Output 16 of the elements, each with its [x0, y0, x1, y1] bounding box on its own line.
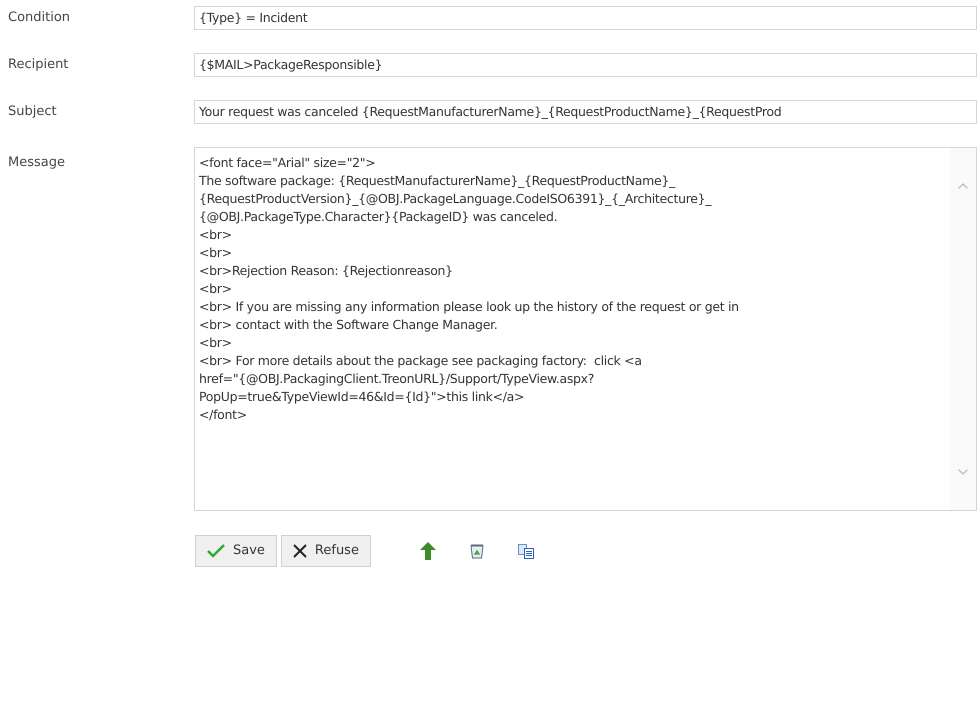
field-label: Subject — [7, 103, 58, 122]
field-label: Recipient — [7, 56, 70, 74]
close-icon — [292, 544, 307, 558]
toolbar-button[interactable]: Refuse — [280, 535, 371, 567]
text-field[interactable]: Your request was canceled {RequestManufacturerName}_{RequestProductName}_{RequestProd — [194, 100, 977, 124]
field-label: Condition — [7, 9, 72, 28]
up-arrow-icon[interactable] — [420, 542, 436, 560]
trash-bin-icon[interactable] — [470, 543, 484, 559]
text-field[interactable]: {$MAIL>PackageResponsible} — [194, 53, 977, 77]
message-field[interactable] — [194, 147, 977, 511]
text-field[interactable]: {Type} = Incident — [194, 6, 977, 30]
message-text: <font face="Arial" size="2"> The software package: {RequestManufacturerName}_{RequestProductName}_ {RequestProductVersion}_{@OBJ.PackageLanguage.CodeISO6391}_{_Architecture}_ {@OBJ.PackageType.Character}{PackageID} was canceled. <br> <br> <br>Rejection Reason: {Rejectionreason} <br> <br> If you are missing any information please look up the history of the request or get in <br> contact with the Software Change Manager. <br> <br> For more details about the package see packaging factory: click <a href="{@OBJ.PackagingClient.TreonURL}/Support/TypeView.aspx? PopUp=true&TypeViewId=46&Id={Id}">this link</a> </font> — [198, 154, 740, 424]
checkmark-icon — [207, 544, 225, 558]
field-label: Message — [7, 154, 66, 172]
toolbar-button[interactable]: Save — [195, 535, 277, 567]
copy-icon[interactable] — [518, 544, 534, 558]
